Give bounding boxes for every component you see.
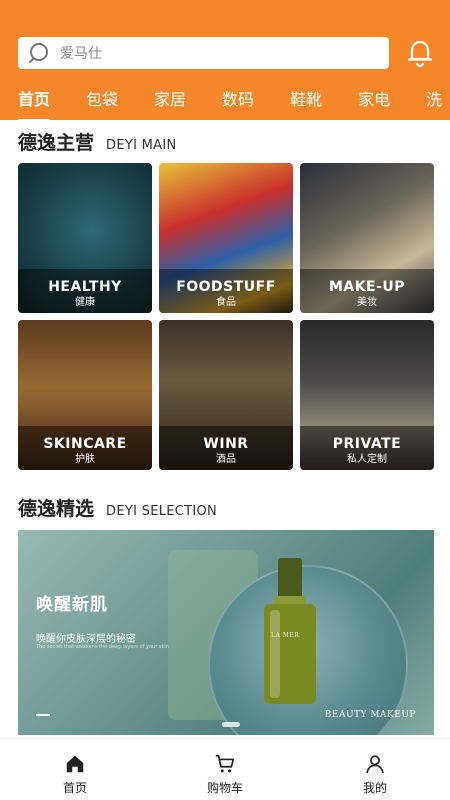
tile-label-cn: 健康 xyxy=(75,297,95,308)
cart-icon xyxy=(215,754,235,773)
tab-home-living[interactable]: 家居 xyxy=(154,86,186,116)
selection-section-title-en: DEYI SELECTION xyxy=(106,504,218,519)
tile-label-cn: 护肤 xyxy=(75,454,95,465)
bottom-nav: 首页 购物车 我的 xyxy=(0,738,450,800)
category-tabs: 首页 包袋 家居 数码 鞋靴 家电 洗 xyxy=(18,86,450,122)
tab-shoes[interactable]: 鞋靴 xyxy=(290,86,322,116)
tile-makeup[interactable]: MAKE-UP 美妆 xyxy=(300,163,434,313)
tile-label-cn: 私人定制 xyxy=(347,454,387,465)
selection-section-title: 德逸精选 DEYI SELECTION xyxy=(18,494,217,521)
tab-bags[interactable]: 包袋 xyxy=(86,86,118,116)
nav-home[interactable]: 首页 xyxy=(35,753,115,796)
selection-section-title-cn: 德逸精选 xyxy=(18,498,95,520)
banner-subtitle: 唤醒你皮肤深层的秘密 xyxy=(36,634,136,645)
product-brand-label: LA MER xyxy=(271,632,300,639)
tile-private[interactable]: PRIVATE 私人定制 xyxy=(300,320,434,470)
nav-profile-label: 我的 xyxy=(362,781,387,795)
tab-wash[interactable]: 洗 xyxy=(426,86,442,116)
main-section-title: 德逸主营 DEYI MAIN xyxy=(18,128,177,155)
tile-foodstuff[interactable]: FOODSTUFF 食品 xyxy=(159,163,293,313)
search-placeholder: 爱马仕 xyxy=(60,46,102,62)
promo-banner[interactable]: LA MER 唤醒新肌 唤醒你皮肤深层的秘密 The secret that a… xyxy=(18,530,434,735)
user-icon xyxy=(366,755,384,774)
main-section-title-en: DEYI MAIN xyxy=(106,138,177,153)
app-header: 爱马仕 首页 包袋 家居 数码 鞋靴 家电 洗 xyxy=(0,0,450,122)
tile-healthy[interactable]: HEALTHY 健康 xyxy=(18,163,152,313)
nav-profile[interactable]: 我的 xyxy=(335,753,415,796)
tile-label-cn: 酒品 xyxy=(216,454,236,465)
tab-digital[interactable]: 数码 xyxy=(222,86,254,116)
tab-home[interactable]: 首页 xyxy=(18,86,51,122)
search-icon xyxy=(29,43,48,63)
nav-cart-label: 购物车 xyxy=(206,781,243,795)
banner-tiny-text: The secret that awakens the deep layers … xyxy=(36,644,169,650)
banner-dash xyxy=(36,714,50,716)
banner-title: 唤醒新肌 xyxy=(36,595,108,615)
home-icon xyxy=(66,755,84,773)
search-bar[interactable]: 爱马仕 xyxy=(18,37,389,69)
carousel-indicator[interactable] xyxy=(222,722,240,727)
banner-brand-tag: BEAUTY MAKEUP xyxy=(324,710,416,720)
main-section-title-cn: 德逸主营 xyxy=(18,132,95,154)
tile-label-cn: 美妆 xyxy=(357,297,377,308)
tile-wine[interactable]: WINR 酒品 xyxy=(159,320,293,470)
tile-label-cn: 食品 xyxy=(216,297,236,308)
tile-skincare[interactable]: SKINCARE 护肤 xyxy=(18,320,152,470)
tab-appliances[interactable]: 家电 xyxy=(358,86,390,116)
nav-cart[interactable]: 购物车 xyxy=(185,753,265,796)
nav-home-label: 首页 xyxy=(62,781,87,795)
bell-icon[interactable] xyxy=(404,36,436,68)
